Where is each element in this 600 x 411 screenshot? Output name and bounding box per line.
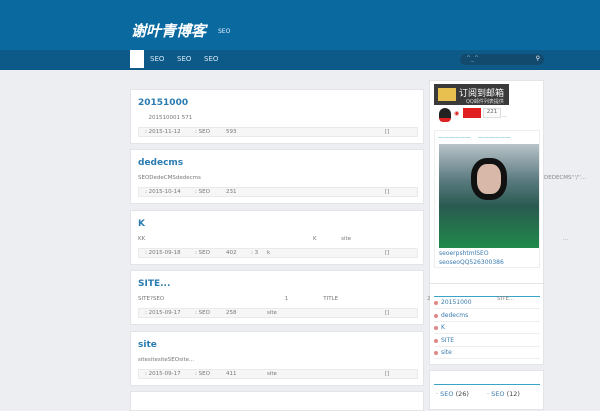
recent-post-link[interactable]: 20151000 [434,297,540,309]
site-header [0,0,600,50]
post-tag[interactable]: site [267,310,277,316]
nav-home-button[interactable] [130,50,144,68]
post-meta: : 2015-09-18 : SEO 402 : 3 k [] [138,248,418,258]
post-category[interactable]: : SEO [195,250,210,256]
search-input[interactable]: ^_^ ⚲ [460,54,544,65]
mail-icon [438,88,456,101]
recent-post-link[interactable]: K [434,322,540,334]
profile-link-1[interactable]: seoerpshtmlSEO [439,250,489,257]
post-date: : 2015-11-12 [145,129,181,135]
post-meta: : 2015-09-17 : SEO 411 site [] [138,369,418,379]
nav-item-1[interactable]: SEO [150,55,164,63]
post-meta: : 2015-09-17 : SEO 258 site [] [138,308,418,318]
post-title[interactable]: 20151000 [138,98,188,108]
weibo-icon[interactable]: ◉ [454,110,459,117]
post-meta: : 2015-11-12 : SEO 593 [] [138,127,418,137]
post-views: 593 [226,129,237,135]
subscribe-button[interactable]: 订阅到邮箱 QQ邮件列表提供 [434,84,509,105]
search-icon[interactable]: ⚲ [536,55,540,62]
post-date: : 2015-10-14 [145,189,181,195]
post-excerpt: SITE?SEO 1 TITLE [138,296,339,302]
follow-count: 221 [483,108,501,118]
post-tag[interactable]: k [267,250,270,256]
post-tag[interactable]: site [267,371,277,377]
post-card: SITE... SITE?SEO 1 TITLE : 2015-09-17 : … [130,270,424,325]
post-title[interactable]: site [138,340,157,350]
post-card: site sitesitesiteSEOsite... : 2015-09-17… [130,331,424,386]
widget-divider [434,384,540,385]
post-excerpt: 201510001 571 [138,115,193,121]
profile-link-2[interactable]: seoseoQQ526300386 [439,259,504,266]
overflow-text-3: 2 [427,296,431,302]
post-card [130,391,424,411]
post-meta: : 2015-10-14 : SEO 231 [] [138,187,418,197]
post-date: : 2015-09-17 [145,371,181,377]
post-excerpt: sitesitesiteSEOsite... [138,357,195,363]
site-logo[interactable]: 谢叶青博客 [131,20,206,41]
nav-item-3[interactable]: SEO [204,55,218,63]
post-extra: : 3 [251,250,259,256]
post-views: 402 [226,250,237,256]
post-category[interactable]: : SEO [195,371,210,377]
post-comments[interactable]: [] [385,250,389,256]
recent-post-link[interactable]: dedecms [434,310,540,322]
post-title[interactable]: K [138,219,145,229]
post-views: 258 [226,310,237,316]
dots-text: ... [502,113,508,119]
nav-item-2[interactable]: SEO [177,55,191,63]
post-comments[interactable]: [] [385,371,389,377]
recent-post-link[interactable]: SITE [434,335,540,347]
photo-caption: —————— —————— [438,135,511,141]
category-link[interactable]: · SEO (12) [487,390,520,398]
post-excerpt: KK K site [138,236,352,242]
post-comments[interactable]: [] [385,129,389,135]
post-title[interactable]: dedecms [138,158,183,168]
overflow-text-2: ... [563,236,569,242]
post-comments[interactable]: [] [385,310,389,316]
category-link[interactable]: · SEO (26) [436,390,469,398]
post-excerpt: SEODedeCMSdedecms [138,175,201,181]
overflow-text-1: DEDECMS'''/''... [544,175,587,181]
recent-post-link[interactable]: site [434,347,540,359]
post-title[interactable]: SITE... [138,279,170,289]
post-date: : 2015-09-17 [145,310,181,316]
post-date: : 2015-09-18 [145,250,181,256]
profile-photo [439,144,539,248]
site-tagline: SEO [218,28,231,35]
subscribe-sublabel: QQ邮件列表提供 [466,99,504,105]
post-category[interactable]: : SEO [195,310,210,316]
post-category[interactable]: : SEO [195,129,210,135]
post-card: dedecms SEODedeCMSdedecms : 2015-10-14 :… [130,149,424,204]
follow-button[interactable] [463,108,481,118]
search-placeholder: ^_^ [466,55,480,62]
qq-icon[interactable] [439,108,451,122]
post-comments[interactable]: [] [385,189,389,195]
post-views: 231 [226,189,237,195]
post-category[interactable]: : SEO [195,189,210,195]
post-card: K KK K site : 2015-09-18 : SEO 402 : 3 k… [130,210,424,265]
post-card: 20151000 201510001 571 : 2015-11-12 : SE… [130,89,424,144]
post-views: 411 [226,371,237,377]
